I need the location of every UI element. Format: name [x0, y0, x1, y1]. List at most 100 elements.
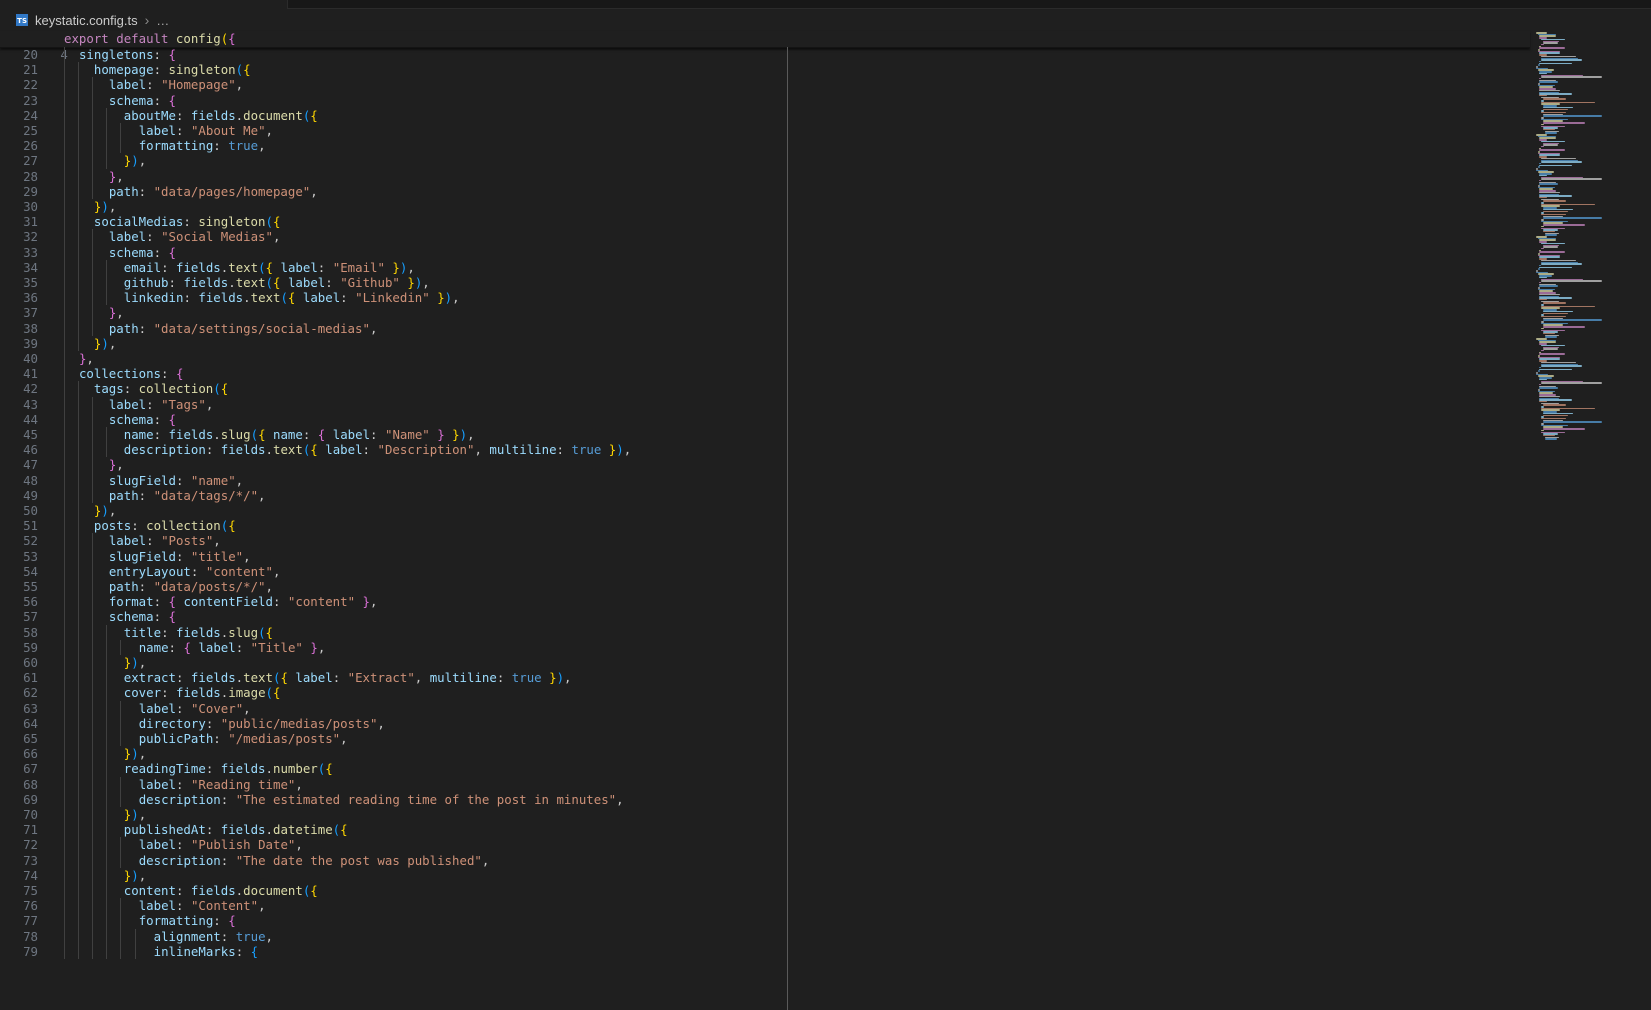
code-line[interactable]: 26 formatting: true,	[0, 138, 265, 154]
minimap-line	[1541, 178, 1603, 180]
line-number: 52	[23, 533, 38, 549]
code-line[interactable]: 25 label: "About Me",	[0, 123, 273, 139]
code-line[interactable]: 32 label: "Social Medias",	[0, 229, 280, 245]
code-line[interactable]: 31 socialMedias: singleton({	[0, 214, 280, 230]
line-number: 70	[23, 807, 38, 822]
code-text: collections: {	[78, 366, 184, 382]
code-line[interactable]: 38 path: "data/settings/social-medias",	[0, 321, 377, 337]
code-line[interactable]: 69 description: "The estimated reading t…	[0, 792, 624, 808]
code-text: }),	[123, 807, 147, 822]
minimap-line	[1543, 217, 1602, 219]
minimap-line	[1541, 161, 1582, 163]
code-line[interactable]: 51 posts: collection({	[0, 518, 236, 534]
code-line[interactable]: 42 tags: collection({	[0, 381, 228, 397]
code-line[interactable]: 36 linkedin: fields.text({ label: "Linke…	[0, 290, 460, 306]
code-line[interactable]: 27 }),	[0, 153, 146, 169]
code-line[interactable]: 35 github: fields.text({ label: "Github"…	[0, 275, 430, 291]
code-line[interactable]: 50 }),	[0, 503, 116, 519]
code-line[interactable]: 63 label: "Cover",	[0, 701, 251, 717]
code-line[interactable]: 72 label: "Publish Date",	[0, 837, 303, 853]
code-line[interactable]: 24 aboutMe: fields.document({	[0, 107, 318, 124]
sticky-scroll-header[interactable]: 4 export default config({	[0, 31, 1530, 62]
tab-strip	[0, 0, 1651, 9]
code-text: github: fields.text({ label: "Github" })…	[123, 275, 430, 290]
code-line[interactable]: 41 collections: {	[0, 366, 183, 382]
line-number: 53	[23, 548, 38, 564]
code-line[interactable]: 61 extract: fields.text({ label: "Extrac…	[0, 670, 571, 686]
code-text: posts: collection({	[93, 518, 236, 534]
line-number: 67	[23, 761, 38, 777]
code-line[interactable]: 28 },	[0, 168, 124, 185]
code-line[interactable]: 65 publicPath: "/medias/posts",	[0, 731, 348, 747]
code-line[interactable]: 30 }),	[0, 199, 116, 215]
code-line[interactable]: 55 path: "data/posts/*/",	[0, 579, 273, 595]
code-line[interactable]: 44 schema: {	[0, 412, 176, 428]
code-line[interactable]: 66 }),	[0, 746, 146, 762]
code-line[interactable]: 70 }),	[0, 807, 146, 823]
code-line[interactable]: 57 schema: {	[0, 609, 176, 625]
breadcrumb-file[interactable]: keystatic.config.ts	[35, 13, 138, 28]
code-line[interactable]: 68 label: "Reading time",	[0, 777, 303, 793]
code-line[interactable]: 29 path: "data/pages/homepage",	[0, 184, 318, 200]
minimap-line	[1541, 263, 1582, 265]
code-text: label: "Posts",	[108, 533, 221, 549]
tab-keystatic-config[interactable]	[0, 0, 288, 9]
code-text: }),	[123, 746, 147, 762]
minimap-line	[1543, 348, 1559, 350]
code-text: label: "Content",	[138, 898, 266, 914]
line-number: 62	[23, 685, 38, 701]
indent-guide	[106, 107, 108, 169]
code-line[interactable]: 67 readingTime: fields.number({	[0, 761, 333, 777]
line-number: 72	[23, 837, 38, 853]
code-line[interactable]: 43 label: "Tags",	[0, 397, 213, 413]
code-line[interactable]: 33 schema: {	[0, 245, 176, 261]
code-line[interactable]: 62 cover: fields.image({	[0, 685, 280, 701]
code-line[interactable]: 64 directory: "public/medias/posts",	[0, 716, 385, 732]
code-line[interactable]: 76 label: "Content",	[0, 898, 265, 914]
code-line[interactable]: 21 homepage: singleton({	[0, 62, 251, 78]
minimap-line	[1543, 200, 1566, 202]
code-line[interactable]: 54 entryLayout: "content",	[0, 563, 280, 580]
code-line[interactable]: 79 inlineMarks: {	[0, 944, 258, 960]
code-line[interactable]: 77 formatting: {	[0, 913, 236, 929]
editor-ruler	[787, 47, 788, 1010]
code-line[interactable]: 23 schema: {	[0, 93, 176, 109]
indent-guide	[92, 396, 94, 503]
code-line[interactable]: 78 alignment: true,	[0, 929, 273, 945]
code-line[interactable]: 40 },	[0, 351, 94, 367]
code-line[interactable]: 74 }),	[0, 868, 146, 884]
line-number: 54	[23, 563, 38, 579]
minimap[interactable]	[1530, 31, 1651, 1010]
code-line[interactable]: 73 description: "The date the post was p…	[0, 853, 489, 869]
minimap-line	[1543, 404, 1566, 406]
minimap-line	[1543, 224, 1586, 226]
line-number: 24	[23, 107, 38, 123]
code-line[interactable]: 47 },	[0, 457, 124, 473]
line-number: 37	[23, 305, 38, 321]
code-line[interactable]: 46 description: fields.text({ label: "De…	[0, 442, 631, 458]
code-line[interactable]: 52 label: "Posts",	[0, 533, 221, 549]
code-text: name: fields.slug({ name: { label: "Name…	[123, 427, 475, 442]
line-number: 32	[23, 229, 38, 245]
code-line[interactable]: 71 publishedAt: fields.datetime({	[0, 822, 348, 838]
line-number: 28	[23, 168, 38, 184]
code-line[interactable]: 49 path: "data/tags/*/",	[0, 488, 265, 504]
code-line[interactable]: 56 format: { contentField: "content" },	[0, 594, 377, 610]
code-line[interactable]: 20 singletons: {	[0, 47, 176, 63]
code-line[interactable]: 39 }),	[0, 336, 116, 352]
code-line[interactable]: 22 label: "Homepage",	[0, 77, 243, 93]
minimap-line	[1539, 81, 1559, 83]
breadcrumb-ellipsis[interactable]: …	[156, 13, 169, 28]
code-line[interactable]: 60 }),	[0, 655, 146, 671]
code-text: formatting: {	[138, 913, 236, 929]
sticky-line[interactable]: 4 export default config({	[0, 31, 235, 62]
code-line[interactable]: 34 email: fields.text({ label: "Email" }…	[0, 260, 415, 276]
code-line[interactable]: 48 slugField: "name",	[0, 473, 243, 489]
code-line[interactable]: 58 title: fields.slug({	[0, 625, 273, 641]
code-line[interactable]: 37 },	[0, 305, 124, 321]
code-line[interactable]: 45 name: fields.slug({ name: { label: "N…	[0, 427, 474, 443]
code-line[interactable]: 53 slugField: "title",	[0, 548, 251, 565]
code-line[interactable]: 75 content: fields.document({	[0, 883, 318, 899]
minimap-line	[1539, 387, 1559, 389]
code-line[interactable]: 59 name: { label: "Title" },	[0, 640, 325, 656]
